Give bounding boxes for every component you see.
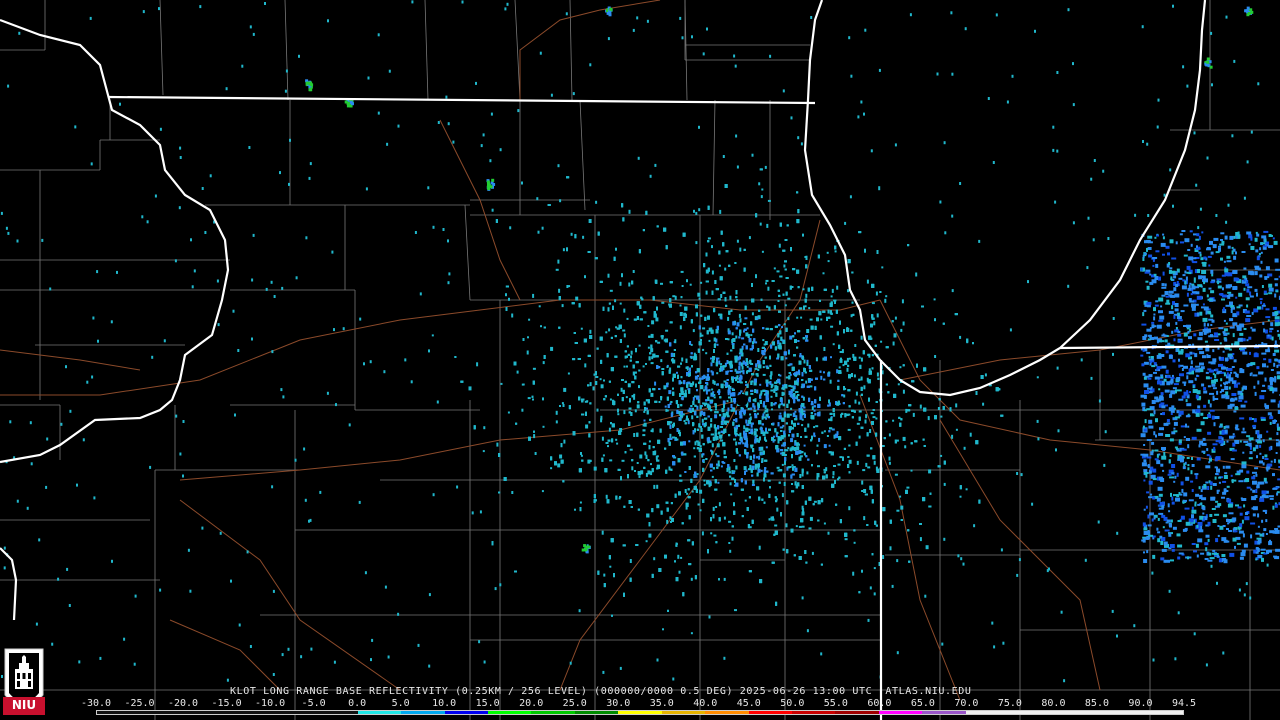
scale-segment xyxy=(401,711,445,714)
scale-label: 15.0 xyxy=(475,698,500,709)
scale-label: 35.0 xyxy=(649,698,674,709)
scale-segment xyxy=(574,711,619,714)
scale-label: 85.0 xyxy=(1084,698,1109,709)
scale-segment xyxy=(140,711,184,714)
scale-label: 60.0 xyxy=(867,698,892,709)
state-boundaries xyxy=(0,0,1280,720)
color-scale-labels: -30.0 -25.0 -20.0 -15.0 -10.0 -5.0 0.0 5.0 10.0 1… xyxy=(81,698,1197,710)
scale-segment xyxy=(444,711,488,714)
scale-segment xyxy=(531,711,575,714)
scale-label: -20.0 xyxy=(167,698,199,709)
scale-segment xyxy=(487,711,532,714)
scale-label: 0.0 xyxy=(348,698,367,709)
scale-label: -15.0 xyxy=(211,698,242,709)
scale-label: 40.0 xyxy=(693,698,718,709)
scale-segment xyxy=(748,711,792,714)
map-caption: KLOT LONG RANGE BASE REFLECTIVITY (0.25K… xyxy=(230,686,972,697)
scale-segment xyxy=(183,711,228,714)
scale-label: 75.0 xyxy=(997,698,1022,709)
scale-segment xyxy=(270,711,315,714)
scale-label: 94.5 xyxy=(1171,698,1197,709)
radar-site-marker xyxy=(736,394,748,406)
scale-label: 50.0 xyxy=(780,698,805,709)
radar-map xyxy=(0,0,1280,720)
scale-label: 25.0 xyxy=(562,698,587,709)
scale-label: 20.0 xyxy=(519,698,544,709)
scale-segment xyxy=(1096,711,1140,714)
scale-segment xyxy=(314,711,358,714)
scale-label: 65.0 xyxy=(910,698,935,709)
scale-segment xyxy=(618,711,662,714)
scale-segment xyxy=(792,711,836,714)
scale-segment xyxy=(922,711,966,714)
scale-label: 10.0 xyxy=(432,698,457,709)
scale-segment xyxy=(878,711,923,714)
scale-label: 80.0 xyxy=(1041,698,1066,709)
scale-segment xyxy=(97,711,141,714)
reflectivity-echoes xyxy=(0,0,1280,683)
niu-logo-text: NIU xyxy=(11,698,37,712)
scale-label: -25.0 xyxy=(124,698,155,709)
scale-label: 45.0 xyxy=(736,698,761,709)
scale-segment xyxy=(835,711,879,714)
scale-segment xyxy=(227,711,271,714)
scale-label: 90.0 xyxy=(1128,698,1153,709)
scale-segment xyxy=(965,711,1010,714)
scale-segment xyxy=(705,711,749,714)
scale-segment xyxy=(661,711,706,714)
color-scale-bar xyxy=(96,710,1184,715)
county-boundaries xyxy=(0,0,1280,720)
scale-segment xyxy=(1139,711,1183,714)
scale-segment xyxy=(1009,711,1053,714)
scale-label: -30.0 xyxy=(80,698,112,709)
scale-label: -5.0 xyxy=(301,698,326,709)
scale-label: 55.0 xyxy=(823,698,848,709)
scale-label: 70.0 xyxy=(954,698,979,709)
scale-label: 30.0 xyxy=(606,698,631,709)
scale-label: -10.0 xyxy=(255,698,286,709)
scale-segment xyxy=(357,711,402,714)
scale-segment xyxy=(1052,711,1097,714)
scale-label: 5.0 xyxy=(391,698,410,709)
